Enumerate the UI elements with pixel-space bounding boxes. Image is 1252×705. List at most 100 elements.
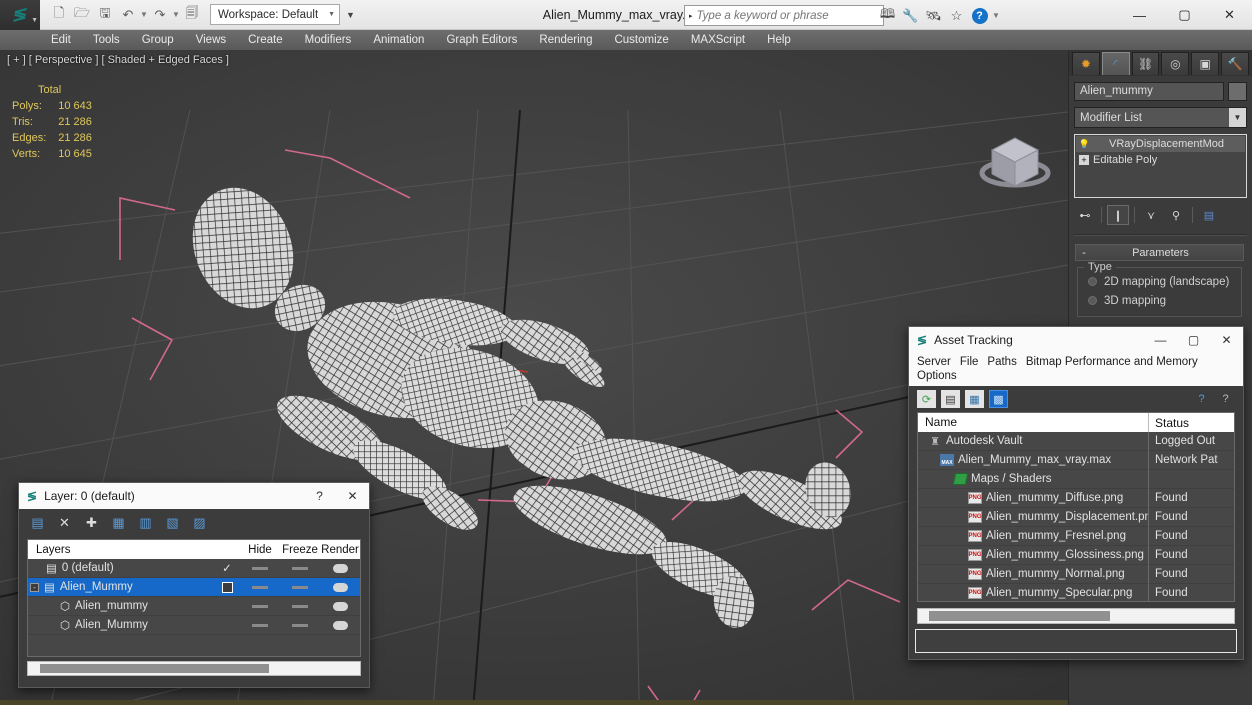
- menu-item-edit[interactable]: Edit: [40, 30, 82, 50]
- hide-dash-icon[interactable]: [252, 585, 268, 589]
- asset-horizontal-scrollbar[interactable]: [917, 608, 1235, 624]
- menu-item-customize[interactable]: Customize: [603, 30, 679, 50]
- asset-list[interactable]: Name Status ♜ Autodesk Vault Logged Out …: [917, 412, 1235, 602]
- layer-horizontal-scrollbar[interactable]: [27, 661, 361, 676]
- hide-dash-icon[interactable]: [252, 604, 268, 608]
- radio-button-icon[interactable]: [1088, 296, 1097, 305]
- plus-expand-icon[interactable]: +: [1079, 155, 1089, 165]
- asset-menu-server[interactable]: Server: [917, 355, 960, 369]
- show-end-result-button[interactable]: ❙: [1107, 205, 1129, 225]
- hierarchy-tab[interactable]: ⛓: [1131, 52, 1160, 75]
- asset-dialog-title-bar[interactable]: ≶ Asset Tracking — ▢ ✕: [909, 327, 1243, 353]
- radio-3d-mapping[interactable]: 3D mapping: [1084, 291, 1235, 310]
- search-box[interactable]: ▸: [684, 5, 884, 26]
- table-row[interactable]: PNG Alien_mummy_Specular.png Found: [918, 583, 1234, 601]
- render-toggle-icon[interactable]: [332, 601, 348, 611]
- app-logo-icon[interactable]: ≶ ▼: [0, 0, 40, 30]
- search-arrow-icon[interactable]: ▸: [685, 12, 697, 20]
- menu-item-views[interactable]: Views: [185, 30, 237, 50]
- freeze-dash-icon[interactable]: [292, 585, 308, 589]
- layer-dialog-close-button[interactable]: ✕: [336, 483, 369, 509]
- table-row[interactable]: PNG Alien_mummy_Normal.png Found: [918, 564, 1234, 584]
- close-button[interactable]: ✕: [1207, 0, 1252, 30]
- table-row[interactable]: PNG Alien_mummy_Diffuse.png Found: [918, 488, 1234, 508]
- menu-item-create[interactable]: Create: [237, 30, 294, 50]
- hide-dash-icon[interactable]: [252, 623, 268, 627]
- table-row[interactable]: ⬡ Alien_mummy: [28, 597, 360, 616]
- redo-icon[interactable]: ↷: [149, 4, 171, 26]
- undo-icon[interactable]: ↶: [117, 4, 139, 26]
- context-help-icon[interactable]: ?: [1216, 390, 1235, 408]
- menu-item-maxscript[interactable]: MAXScript: [680, 30, 756, 50]
- help-dropdown-icon[interactable]: ▼: [992, 11, 1000, 20]
- asset-menu-options[interactable]: Options: [917, 369, 966, 383]
- remove-modifier-button[interactable]: ⚲: [1165, 205, 1187, 225]
- render-toggle-icon[interactable]: [332, 563, 348, 573]
- utilities-tab[interactable]: 🔨: [1221, 52, 1249, 75]
- set-current-layer-icon[interactable]: ▨: [190, 514, 209, 533]
- search-satellite-icon[interactable]: 🛰: [923, 5, 944, 26]
- search-wrench-icon[interactable]: 🔧: [900, 5, 921, 26]
- freeze-dash-icon[interactable]: [292, 623, 308, 627]
- table-row[interactable]: ⬡ Alien_Mummy: [28, 616, 360, 635]
- table-row[interactable]: ▤ 0 (default) ✓: [28, 559, 360, 578]
- asset-tracking-dialog[interactable]: ≶ Asset Tracking — ▢ ✕ Server File Paths…: [908, 326, 1244, 660]
- modify-tab[interactable]: ◜: [1101, 52, 1130, 75]
- table-row[interactable]: PNG Alien_mummy_Glossiness.png Found: [918, 545, 1234, 565]
- help-question-icon[interactable]: ?: [1192, 390, 1211, 408]
- undo-dropdown-icon[interactable]: ▼: [140, 10, 148, 19]
- table-row[interactable]: MAX Alien_Mummy_max_vray.max Network Pat: [918, 450, 1234, 470]
- menu-item-group[interactable]: Group: [131, 30, 185, 50]
- create-new-layer-icon[interactable]: ▤: [28, 514, 47, 533]
- radio-button-icon[interactable]: [1088, 277, 1097, 286]
- menu-item-tools[interactable]: Tools: [82, 30, 131, 50]
- lightbulb-icon[interactable]: 💡: [1079, 139, 1090, 150]
- table-row[interactable]: PNG Alien_mummy_Fresnel.png Found: [918, 526, 1234, 546]
- modifier-stack-item-editable-poly[interactable]: + Editable Poly: [1076, 152, 1245, 168]
- save-file-icon[interactable]: 🖫: [94, 4, 116, 26]
- object-color-swatch[interactable]: [1228, 82, 1247, 101]
- asset-maximize-button[interactable]: ▢: [1177, 327, 1210, 353]
- layer-dialog-help-button[interactable]: ?: [303, 483, 336, 509]
- pin-stack-button[interactable]: ⊷: [1074, 205, 1096, 225]
- table-row[interactable]: Maps / Shaders: [918, 469, 1234, 489]
- minimize-button[interactable]: —: [1117, 0, 1162, 30]
- asset-minimize-button[interactable]: —: [1144, 327, 1177, 353]
- make-unique-button[interactable]: ⋎: [1140, 205, 1162, 225]
- search-input[interactable]: [696, 6, 883, 25]
- motion-tab[interactable]: ◎: [1161, 52, 1190, 75]
- add-layer-icon[interactable]: ✚: [82, 514, 101, 533]
- viewport-label[interactable]: [ + ] [ Perspective ] [ Shaded + Edged F…: [7, 54, 229, 66]
- rollout-collapse-icon[interactable]: -: [1076, 247, 1092, 259]
- layer-dialog-title-bar[interactable]: ≶ Layer: 0 (default) ? ✕: [19, 483, 369, 509]
- menu-item-help[interactable]: Help: [756, 30, 802, 50]
- checkbox-icon[interactable]: [221, 581, 233, 593]
- radio-2d-mapping[interactable]: 2D mapping (landscape): [1084, 272, 1235, 291]
- freeze-dash-icon[interactable]: [292, 566, 308, 570]
- asset-close-button[interactable]: ✕: [1210, 327, 1243, 353]
- modifier-stack-item-vraydisplacementmod[interactable]: 💡 VRayDisplacementMod: [1076, 136, 1245, 152]
- layer-list[interactable]: Layers Hide Freeze Render ▤ 0 (default) …: [27, 539, 361, 657]
- modifier-stack[interactable]: 💡 VRayDisplacementMod + Editable Poly: [1074, 134, 1247, 198]
- menu-item-modifiers[interactable]: Modifiers: [294, 30, 363, 50]
- redo-dropdown-icon[interactable]: ▼: [172, 10, 180, 19]
- workspace-selector[interactable]: Workspace: Default ▼: [210, 4, 340, 25]
- freeze-dash-icon[interactable]: [292, 604, 308, 608]
- list-view-icon[interactable]: ▤: [941, 390, 960, 408]
- current-layer-check[interactable]: ✓: [214, 561, 240, 575]
- scrollbar-thumb[interactable]: [39, 664, 270, 673]
- parameters-rollout-header[interactable]: - Parameters: [1075, 244, 1244, 261]
- open-file-icon[interactable]: 🗁: [71, 4, 93, 26]
- menu-item-graph-editors[interactable]: Graph Editors: [435, 30, 528, 50]
- menu-item-rendering[interactable]: Rendering: [528, 30, 603, 50]
- project-folder-icon[interactable]: 🗐: [181, 4, 203, 26]
- table-row[interactable]: - ▤ Alien_Mummy: [28, 578, 360, 597]
- search-binoculars-icon[interactable]: 🕮: [877, 5, 898, 26]
- layer-dialog[interactable]: ≶ Layer: 0 (default) ? ✕ ▤ ✕ ✚ ▦ ▥ ▧ ▨ L…: [18, 482, 370, 688]
- search-favorites-star-icon[interactable]: ☆: [946, 5, 967, 26]
- menu-item-animation[interactable]: Animation: [362, 30, 435, 50]
- create-tab[interactable]: ✹: [1072, 52, 1100, 75]
- render-toggle-icon[interactable]: [332, 582, 348, 592]
- viewcube-icon[interactable]: [972, 128, 1058, 196]
- refresh-icon[interactable]: ⟳: [917, 390, 936, 408]
